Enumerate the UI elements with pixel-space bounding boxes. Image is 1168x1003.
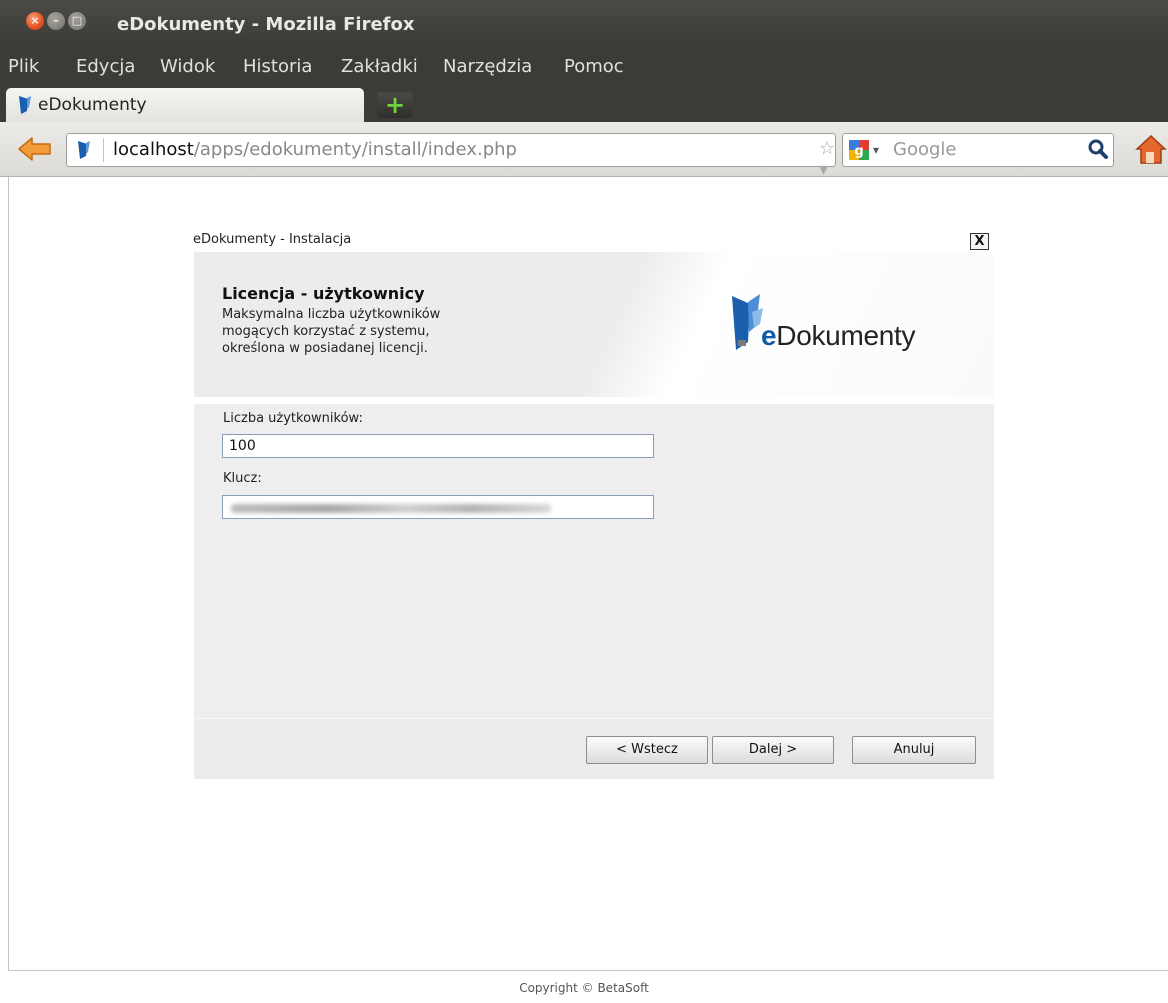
maximize-icon: □ [71, 14, 83, 27]
navigation-toolbar: localhost/apps/edokumenty/install/index.… [0, 122, 1168, 180]
url-bar[interactable]: localhost/apps/edokumenty/install/index.… [66, 133, 879, 180]
cancel-button[interactable]: Anuluj [852, 736, 976, 764]
blurred-license-key [231, 504, 551, 513]
window-minimize-button[interactable]: – [47, 12, 65, 30]
close-icon: × [30, 14, 40, 27]
menu-edycja[interactable]: Edycja [76, 56, 135, 77]
url-path: /apps/edokumenty/install/index.php [193, 139, 517, 160]
license-key-input[interactable] [222, 495, 654, 519]
menu-plik[interactable]: Plik [8, 56, 39, 77]
logo-text-e: e [761, 320, 777, 351]
url-text[interactable]: localhost/apps/edokumenty/install/index.… [113, 139, 517, 160]
plus-icon: + [384, 91, 406, 119]
window-maximize-button[interactable]: □ [68, 12, 86, 30]
tab-edokumenty[interactable]: eDokumenty [6, 88, 364, 122]
new-tab-button[interactable]: + [377, 92, 413, 118]
dialog-footer: < Wstecz Dalej > Anuluj [194, 718, 994, 779]
logo-text-rest: Dokumenty [776, 320, 916, 351]
url-separator [103, 138, 104, 162]
back-arrow-icon[interactable] [16, 134, 54, 164]
copyright-text: Copyright © BetaSoft [519, 981, 649, 995]
google-engine-icon[interactable]: g [849, 140, 869, 160]
footer-divider [8, 970, 1168, 971]
edokumenty-favicon-icon [19, 96, 31, 114]
search-bar[interactable]: g ▾ Google [842, 133, 1114, 167]
menu-widok[interactable]: Widok [160, 56, 215, 77]
menu-zakladki[interactable]: Zakładki [341, 56, 418, 77]
menu-pomoc[interactable]: Pomoc [564, 56, 624, 77]
step-title: Licencja - użytkownicy [222, 284, 425, 303]
step-description: Maksymalna liczba użytkowników mogących … [222, 307, 441, 356]
back-button[interactable]: < Wstecz [586, 736, 708, 764]
dialog-title: eDokumenty - Instalacja [193, 232, 352, 247]
menu-bar: Plik Edycja Widok Historia Zakładki Narz… [0, 46, 1168, 86]
window-titlebar: × – □ eDokumenty - Mozilla Firefox [0, 0, 1168, 46]
window-close-button[interactable]: × [26, 12, 44, 30]
logo-text: eDokumenty [761, 320, 916, 352]
bookmark-star-icon[interactable]: ☆ ▾ [819, 138, 835, 180]
dialog-header: Licencja - użytkownicy Maksymalna liczba… [194, 252, 994, 397]
tab-title: eDokumenty [38, 95, 147, 115]
site-identity-icon[interactable] [77, 140, 91, 160]
home-icon[interactable] [1134, 132, 1168, 166]
window-title: eDokumenty - Mozilla Firefox [117, 14, 415, 35]
svg-text:g: g [854, 144, 863, 159]
next-button[interactable]: Dalej > [712, 736, 834, 764]
menu-narzedzia[interactable]: Narzędzia [443, 56, 532, 77]
logo-mark-icon [732, 294, 763, 350]
users-count-label: Liczba użytkowników: [223, 411, 363, 426]
edokumenty-logo: eDokumenty [730, 290, 970, 360]
users-count-input[interactable]: 100 [222, 434, 654, 458]
license-key-label: Klucz: [223, 471, 262, 486]
tab-bar: eDokumenty + [0, 86, 1168, 122]
search-icon[interactable] [1087, 138, 1109, 160]
dialog-close-button[interactable]: X [970, 233, 989, 250]
search-input[interactable]: Google [893, 139, 956, 160]
url-host: localhost [113, 139, 194, 160]
search-engine-dropdown-icon[interactable]: ▾ [873, 138, 879, 162]
minimize-icon: – [53, 14, 59, 27]
menu-historia[interactable]: Historia [243, 56, 312, 77]
dialog-body: Liczba użytkowników: 100 Klucz: [194, 404, 994, 718]
